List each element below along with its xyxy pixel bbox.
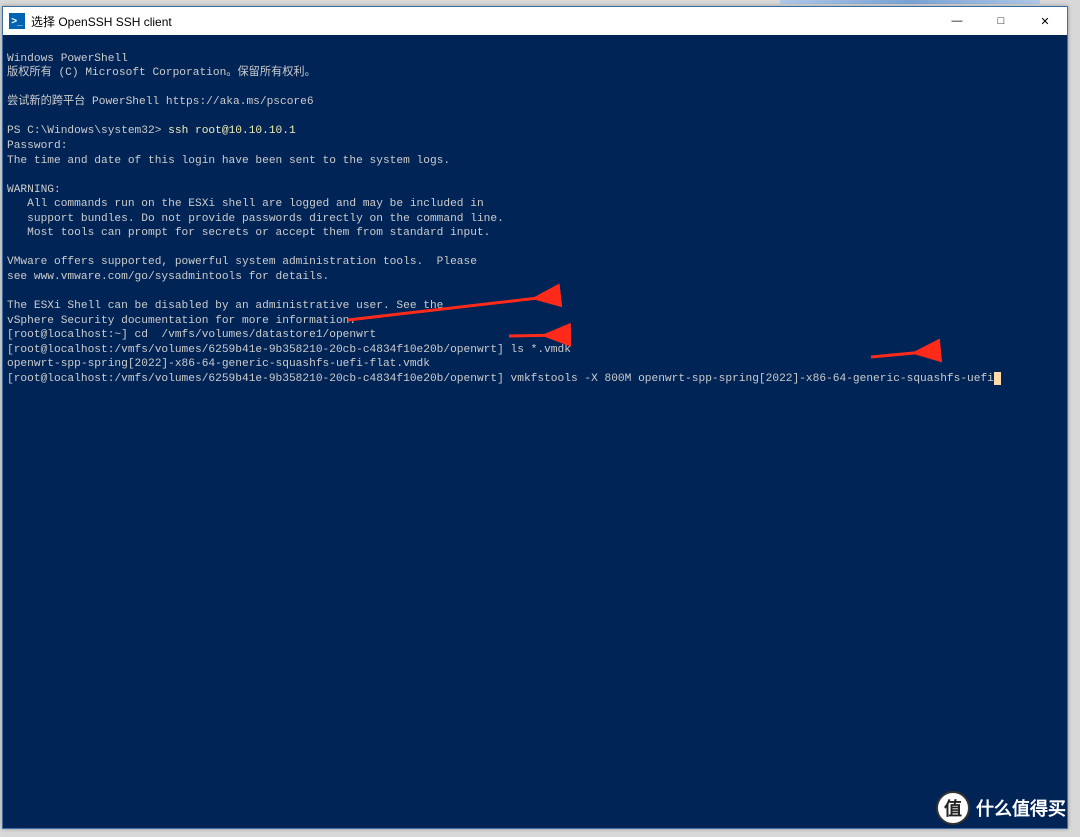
- terminal-line: [root@localhost:/vmfs/volumes/6259b41e-9…: [7, 344, 571, 356]
- terminal-line: [root@localhost:/vmfs/volumes/6259b41e-9…: [7, 373, 994, 385]
- terminal-line: WARNING:: [7, 184, 61, 196]
- window-controls: — □ ✕: [935, 7, 1067, 35]
- terminal-line: 版权所有 (C) Microsoft Corporation。保留所有权利。: [7, 67, 316, 79]
- minimize-button[interactable]: —: [935, 7, 979, 35]
- powershell-window: >_ 选择 OpenSSH SSH client — □ ✕ Windows P…: [2, 6, 1068, 829]
- terminal-line: vSphere Security documentation for more …: [7, 315, 356, 327]
- terminal-line: All commands run on the ESXi shell are l…: [7, 198, 484, 210]
- maximize-button[interactable]: □: [979, 7, 1023, 35]
- watermark-text: 什么值得买: [976, 795, 1066, 821]
- window-title: 选择 OpenSSH SSH client: [31, 13, 935, 30]
- terminal-line: see www.vmware.com/go/sysadmintools for …: [7, 271, 329, 283]
- watermark: 值 什么值得买: [936, 791, 1066, 825]
- terminal-line: VMware offers supported, powerful system…: [7, 256, 477, 268]
- watermark-badge-icon: 值: [936, 791, 970, 825]
- window-titlebar[interactable]: >_ 选择 OpenSSH SSH client — □ ✕: [3, 7, 1067, 35]
- terminal-line: Password:: [7, 140, 67, 152]
- powershell-icon: >_: [9, 13, 25, 29]
- terminal-prompt: PS C:\Windows\system32>: [7, 125, 168, 137]
- background-tab-hint: [780, 0, 1040, 4]
- terminal-line: Most tools can prompt for secrets or acc…: [7, 227, 490, 239]
- terminal-line: openwrt-spp-spring[2022]-x86-64-generic-…: [7, 358, 430, 370]
- ssh-command: ssh root@10.10.10.1: [168, 125, 296, 137]
- terminal-line: Windows PowerShell: [7, 53, 128, 65]
- terminal-cursor: [994, 372, 1001, 385]
- terminal-area[interactable]: Windows PowerShell 版权所有 (C) Microsoft Co…: [3, 35, 1067, 828]
- terminal-line: The time and date of this login have bee…: [7, 155, 450, 167]
- terminal-line: The ESXi Shell can be disabled by an adm…: [7, 300, 443, 312]
- terminal-line: support bundles. Do not provide password…: [7, 213, 504, 225]
- close-button[interactable]: ✕: [1023, 7, 1067, 35]
- terminal-line: [root@localhost:~] cd /vmfs/volumes/data…: [7, 329, 376, 341]
- terminal-line: 尝试新的跨平台 PowerShell https://aka.ms/pscore…: [7, 96, 314, 108]
